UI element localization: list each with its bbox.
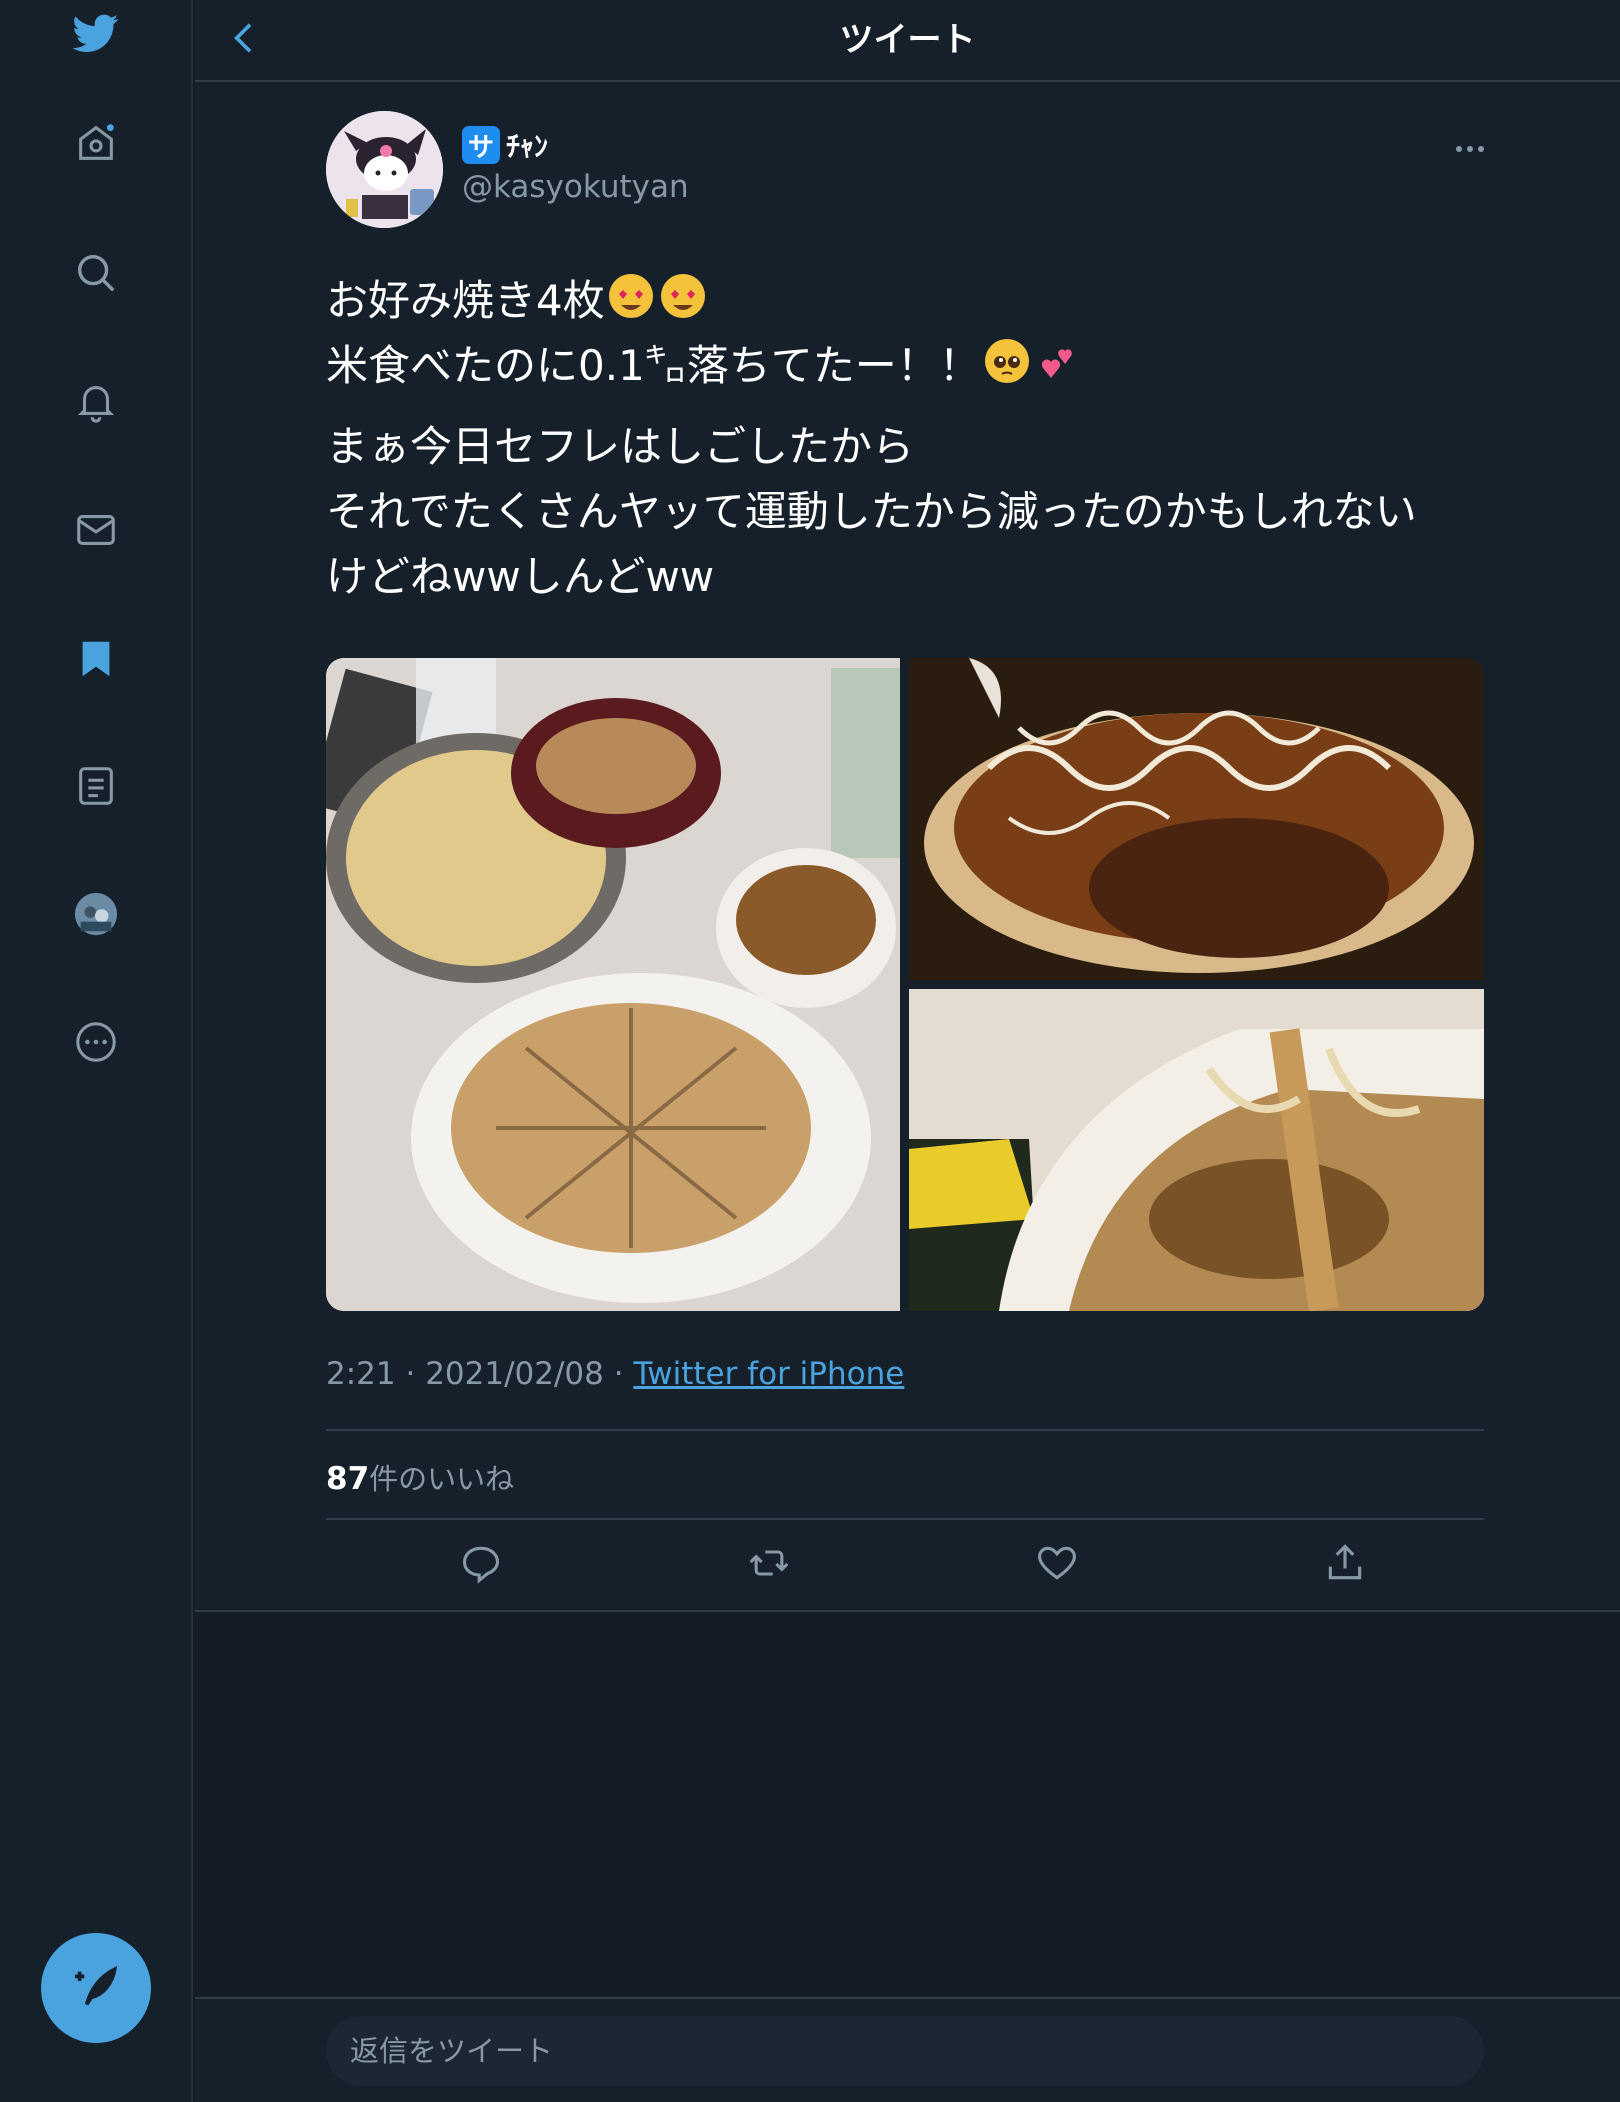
reply-input[interactable]: [326, 2016, 1484, 2086]
more-options-icon[interactable]: [51, 997, 141, 1087]
tweet-text: お好み焼き4枚 米食べたのに0.1㌔落ちてたー！！ まぁ今日セフレはしごしたから…: [326, 268, 1486, 625]
tweet-time: 2:21: [326, 1356, 396, 1392]
reply-button[interactable]: [451, 1533, 511, 1593]
tweet-paragraph-1: お好み焼き4枚 米食べたのに0.1㌔落ちてたー！！: [326, 268, 1486, 398]
reply-bar: [195, 1997, 1620, 2102]
two-hearts-emoji-icon: [1037, 339, 1081, 383]
profile-avatar-icon[interactable]: [51, 869, 141, 959]
messages-envelope-icon[interactable]: [51, 485, 141, 575]
heart-eyes-emoji-icon: [660, 274, 705, 318]
user-avatar[interactable]: [326, 111, 443, 228]
divider: [326, 1518, 1484, 1520]
photo-3-noodles-container[interactable]: [909, 989, 1484, 1311]
photo-2-okonomiyaki-closeup[interactable]: [909, 658, 1484, 980]
compose-feather-icon: [75, 1966, 118, 2006]
retweet-button[interactable]: [739, 1533, 799, 1593]
tweet-date: 2021/02/08: [425, 1356, 604, 1392]
tweet-more-button[interactable]: [1440, 129, 1500, 169]
retweet-icon: [749, 1550, 789, 1576]
twitter-logo-icon[interactable]: [51, 0, 141, 78]
sidebar: [0, 0, 193, 2102]
tweet-source-link[interactable]: Twitter for iPhone: [633, 1356, 904, 1392]
photo-1-noodles-and-okonomiyaki[interactable]: [326, 658, 900, 1311]
tweet-paragraph-2: まぁ今日セフレはしごしたから それでたくさんヤッて運動したから減ったのかもしれな…: [326, 414, 1486, 609]
tweet-detail: サ ﾁｬﾝ @kasyokutyan お好み焼き4枚 米食べたのに0.1㌔落ちて…: [195, 83, 1620, 1612]
author-name-row[interactable]: サ ﾁｬﾝ: [462, 125, 548, 165]
tweet-line: それでたくさんヤッて運動したから減ったのかもしれない: [326, 487, 1417, 536]
lists-icon[interactable]: [51, 741, 141, 831]
tweet-line: まぁ今日セフレはしごしたから: [326, 422, 915, 471]
home-icon[interactable]: [51, 98, 141, 188]
compose-tweet-button[interactable]: [41, 1933, 151, 2043]
share-button[interactable]: [1315, 1533, 1375, 1593]
share-icon: [1328, 1544, 1362, 1580]
tweet-metadata: 2:21 · 2021/02/08 · Twitter for iPhone: [326, 1356, 905, 1392]
name-badge: サ: [462, 126, 500, 164]
likes-summary[interactable]: 87件のいいね: [326, 1456, 514, 1498]
divider: [326, 1429, 1484, 1431]
user-handle[interactable]: @kasyokutyan: [462, 169, 689, 205]
top-bar: ツイート: [195, 0, 1620, 82]
heart-icon: [1038, 1546, 1076, 1580]
pleading-face-emoji-icon: [984, 339, 1029, 383]
display-name: ﾁｬﾝ: [506, 130, 549, 163]
ellipsis-icon: [1456, 146, 1484, 152]
likes-label: 件のいいね: [369, 1462, 515, 1496]
likes-count: 87: [326, 1461, 370, 1497]
tweet-actions: [326, 1533, 1484, 1593]
reply-icon: [462, 1546, 500, 1584]
tweet-line: 米食べたのに0.1㌔落ちてたー！！: [326, 341, 981, 390]
tweet-media-grid: [326, 658, 1484, 1311]
tweet-line: けどねwwしんどww: [326, 552, 715, 601]
search-icon[interactable]: [51, 228, 141, 318]
bookmarks-icon[interactable]: [51, 614, 141, 704]
heart-eyes-emoji-icon: [608, 274, 653, 318]
main-column: ツイート サ ﾁｬﾝ @kasyokutyan お好み焼き4枚 米食べたのに0.…: [195, 0, 1620, 2102]
tweet-line: お好み焼き4枚: [326, 276, 605, 325]
page-title: ツイート: [839, 20, 976, 60]
notifications-bell-icon[interactable]: [51, 356, 141, 446]
like-button[interactable]: [1027, 1533, 1087, 1593]
